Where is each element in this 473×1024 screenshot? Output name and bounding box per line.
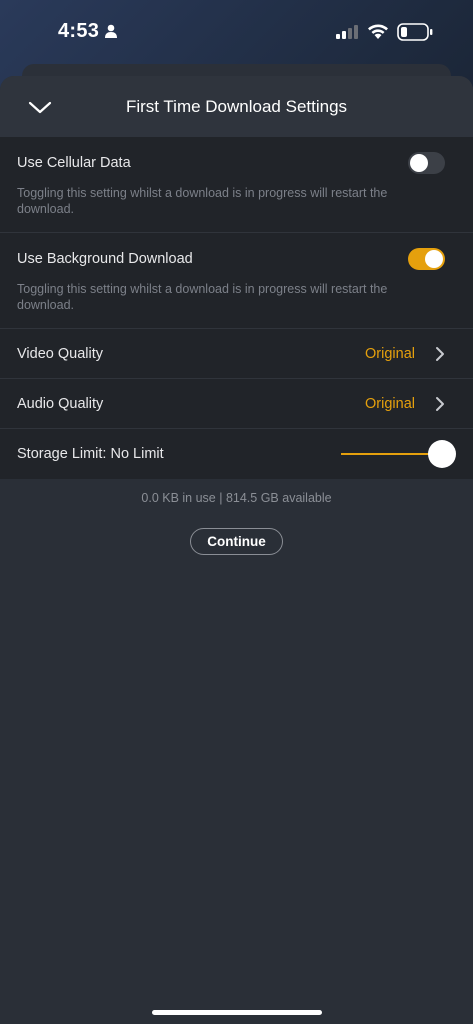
sheet-header: First Time Download Settings: [0, 76, 473, 137]
storage-limit-label: Storage Limit: No Limit: [17, 446, 164, 462]
audio-quality-label: Audio Quality: [17, 396, 104, 412]
screen: 4:53 First Time Download Settings Use Ce…: [0, 0, 473, 1024]
toggle-knob: [425, 250, 443, 268]
toggle-knob: [410, 154, 428, 172]
cellular-data-description: Toggling this setting whilst a download …: [17, 186, 388, 216]
settings-list: Use Cellular Data Toggling this setting …: [0, 137, 473, 479]
background-download-toggle[interactable]: [408, 248, 445, 270]
chevron-right-icon: [436, 347, 444, 361]
audio-quality-value: Original: [365, 396, 415, 412]
cellular-data-toggle[interactable]: [408, 152, 445, 174]
home-indicator: [152, 1010, 322, 1015]
person-icon: [105, 24, 117, 38]
background-download-row: Use Background Download Toggling this se…: [0, 233, 473, 329]
audio-quality-row[interactable]: Audio Quality Original: [0, 379, 473, 429]
slider-track: [341, 453, 442, 455]
storage-usage-info: 0.0 KB in use | 814.5 GB available: [141, 491, 332, 505]
cellular-data-row: Use Cellular Data Toggling this setting …: [0, 137, 473, 233]
continue-button[interactable]: Continue: [190, 528, 283, 555]
wifi-icon: [368, 24, 388, 39]
status-bar: 4:53: [0, 0, 473, 62]
cellular-data-label: Use Cellular Data: [17, 155, 131, 171]
storage-limit-slider[interactable]: [341, 440, 456, 468]
background-download-description: Toggling this setting whilst a download …: [17, 282, 388, 312]
slider-knob[interactable]: [428, 440, 456, 468]
status-time: 4:53: [58, 20, 100, 42]
video-quality-label: Video Quality: [17, 346, 103, 362]
storage-limit-row: Storage Limit: No Limit: [0, 429, 473, 479]
video-quality-value: Original: [365, 346, 415, 362]
sheet-title: First Time Download Settings: [125, 97, 348, 116]
cellular-signal-icon: [336, 25, 358, 39]
chevron-right-icon: [436, 397, 444, 411]
video-quality-row[interactable]: Video Quality Original: [0, 329, 473, 379]
battery-icon: [397, 23, 433, 41]
background-download-label: Use Background Download: [17, 251, 193, 267]
download-settings-sheet: First Time Download Settings Use Cellula…: [0, 76, 473, 1024]
